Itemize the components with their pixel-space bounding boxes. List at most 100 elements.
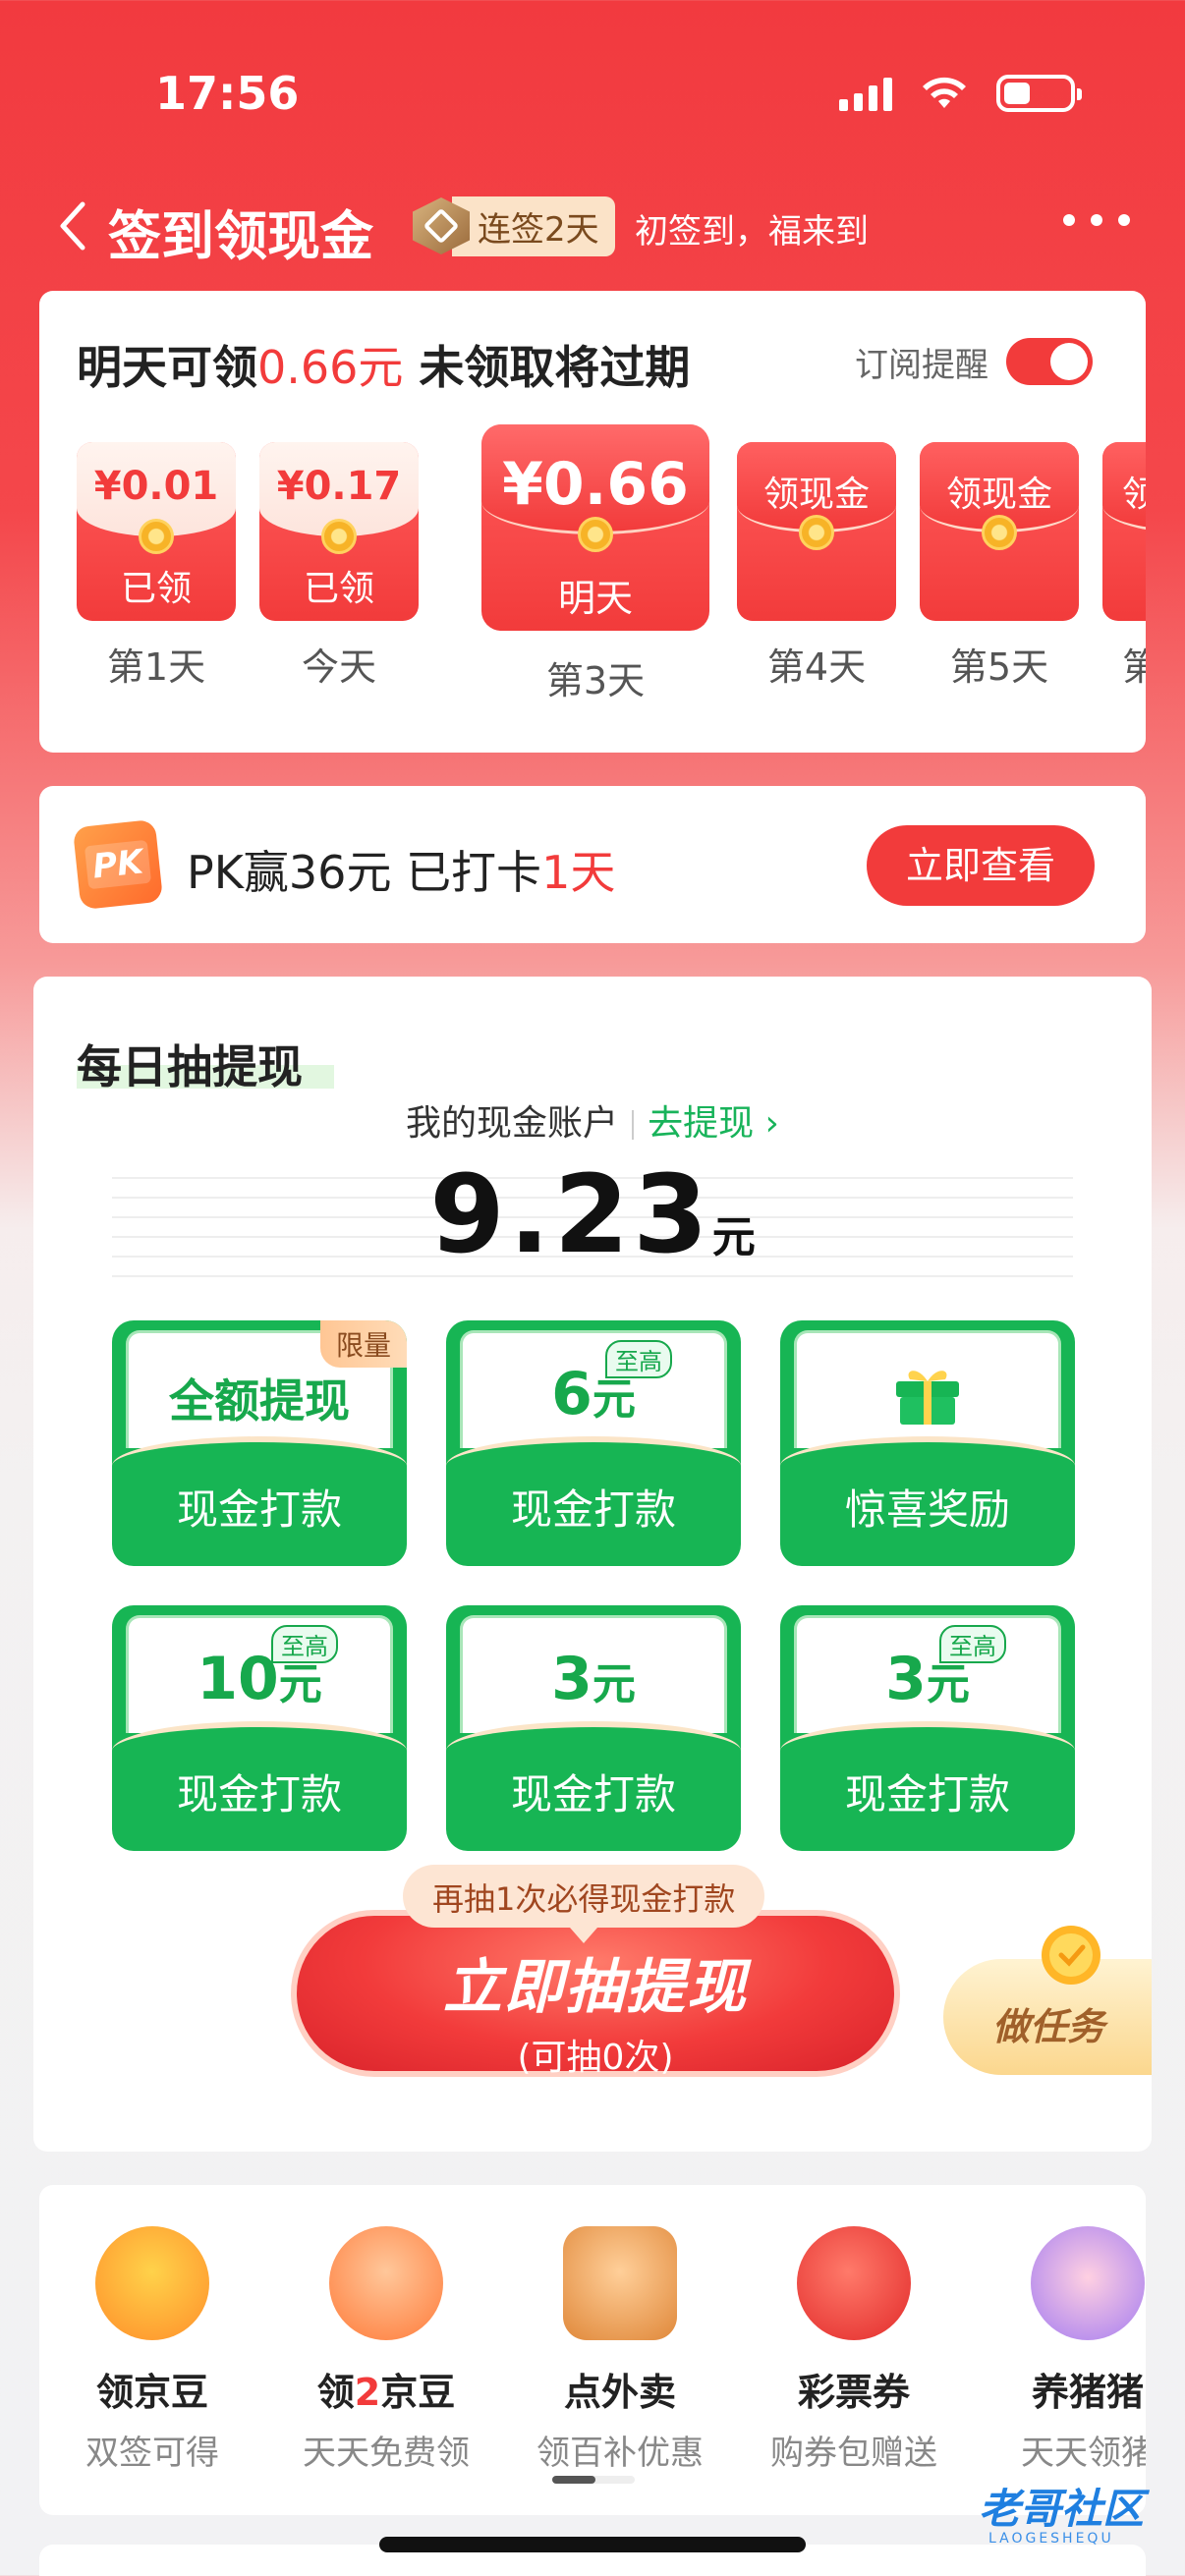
services-card: 领京豆 双签可得 领2京豆 天天免费领 点外卖 领百补优惠 彩票券 购券包赠送 … bbox=[39, 2185, 1146, 2515]
pk-card[interactable]: PK PK赢36元 已打卡1天 立即查看 bbox=[39, 786, 1146, 943]
signal-icon bbox=[839, 76, 892, 111]
gift-icon bbox=[896, 1371, 959, 1425]
service-desc: 天天免费领 bbox=[303, 2434, 470, 2473]
prize-card[interactable]: 全额提现 限量 现金打款 bbox=[112, 1320, 407, 1566]
daily-draw-card: 每日抽提现 我的现金账户 去提现 › 9.23元 全额提现 限量 现金打款 至高 … bbox=[33, 977, 1152, 2152]
horizontal-scroll-indicator bbox=[552, 2476, 635, 2484]
home-indicator[interactable] bbox=[379, 2537, 806, 2552]
prize-card[interactable]: 3元 现金打款 bbox=[446, 1605, 741, 1851]
day-list: ¥0.01 已领 第1天 ¥0.17 已领 今天 ¥0.66 明天 第3天 领现… bbox=[77, 424, 1146, 739]
signin-title: 明天可领0.66元 未领取将过期 bbox=[77, 332, 690, 397]
signin-card: 明天可领0.66元 未领取将过期 订阅提醒 ¥0.01 已领 第1天 ¥0.17… bbox=[39, 291, 1146, 753]
service-name: 领2京豆 bbox=[316, 2371, 456, 2414]
service-name: 彩票券 bbox=[797, 2371, 910, 2414]
service-item[interactable]: 点外卖 领百补优惠 bbox=[507, 2226, 733, 2474]
coin-icon bbox=[982, 515, 1017, 550]
day-item-highlight[interactable]: ¥0.66 明天 第3天 bbox=[481, 424, 709, 704]
day-item[interactable]: 领现金 第5天 bbox=[920, 424, 1079, 691]
prize-label: 现金打款 bbox=[176, 1770, 342, 1819]
day-item[interactable]: ¥0.01 已领 第1天 bbox=[77, 424, 236, 691]
remind-toggle[interactable] bbox=[1006, 338, 1093, 385]
back-icon[interactable] bbox=[51, 196, 98, 255]
prize-card[interactable]: 惊喜奖励 bbox=[780, 1320, 1075, 1566]
prize-amount: 3元 bbox=[551, 1645, 636, 1713]
prize-label: 现金打款 bbox=[176, 1485, 342, 1534]
day-item[interactable]: 领 第 bbox=[1102, 424, 1146, 691]
watermark-logo: 老哥社区 LAOGESHEQU bbox=[918, 2468, 1173, 2566]
pk-text-days: 1天 bbox=[541, 846, 616, 899]
duck-icon bbox=[95, 2226, 209, 2340]
day-amount: ¥0.66 bbox=[502, 450, 689, 519]
header: 签到领现金 连签2天 初签到，福来到 bbox=[0, 187, 1185, 267]
tip-bubble: 再抽1次必得现金打款 bbox=[403, 1865, 765, 1943]
prize-label: 现金打款 bbox=[844, 1770, 1010, 1819]
do-task-label: 做任务 bbox=[992, 2005, 1105, 2048]
coin-icon bbox=[1042, 1926, 1100, 1985]
view-now-button[interactable]: 立即查看 bbox=[867, 825, 1095, 906]
prize-label: 现金打款 bbox=[510, 1485, 676, 1534]
pk-text: PK赢36元 已打卡1天 bbox=[187, 837, 615, 902]
day-label: 第5天 bbox=[949, 645, 1049, 689]
day-amount: ¥0.01 bbox=[93, 464, 219, 509]
streak-badge[interactable]: 连签2天 bbox=[413, 196, 615, 256]
red-envelope: ¥0.17 已领 bbox=[259, 442, 419, 621]
prize-label: 现金打款 bbox=[510, 1770, 676, 1819]
do-task-button[interactable]: 做任务 bbox=[943, 1926, 1152, 2075]
day-label: 第3天 bbox=[545, 659, 646, 702]
chevron-right-icon: › bbox=[764, 1103, 779, 1144]
prize-card[interactable]: 至高 10元 现金打款 bbox=[112, 1605, 407, 1851]
red-envelope: ¥0.01 已领 bbox=[77, 442, 236, 621]
pig-icon bbox=[1031, 2226, 1145, 2340]
account-label: 我的现金账户 bbox=[406, 1103, 619, 1144]
service-item[interactable]: 领京豆 双签可得 bbox=[39, 2226, 265, 2474]
signin-title-suffix: 未领取将过期 bbox=[403, 341, 691, 394]
draw-button-label: 立即抽提现 bbox=[443, 1953, 748, 2022]
takeout-bag-icon bbox=[563, 2226, 677, 2340]
day-label: 第1天 bbox=[106, 645, 206, 689]
balance-amount: 9.23 bbox=[429, 1151, 712, 1277]
red-envelope: 领现金 bbox=[920, 442, 1079, 621]
service-name: 领京豆 bbox=[95, 2371, 208, 2414]
day-item[interactable]: 领现金 第4天 bbox=[737, 424, 896, 691]
day-item[interactable]: ¥0.17 已领 今天 bbox=[259, 424, 419, 691]
pk-text-prefix: PK赢36元 已打卡 bbox=[187, 846, 542, 899]
coin-icon bbox=[321, 519, 357, 554]
balance: 9.23元 bbox=[33, 1151, 1152, 1277]
prize-card[interactable]: 至高 3元 现金打款 bbox=[780, 1605, 1075, 1851]
more-icon[interactable] bbox=[1063, 214, 1130, 226]
prize-amount: 全额提现 bbox=[169, 1374, 350, 1428]
service-desc: 购券包赠送 bbox=[770, 2434, 937, 2473]
prize-card[interactable]: 至高 6元 现金打款 bbox=[446, 1320, 741, 1566]
day-amount: ¥0.17 bbox=[276, 464, 402, 509]
watermark-sub: LAOGESHEQU bbox=[988, 2531, 1114, 2547]
day-label: 第4天 bbox=[766, 645, 867, 689]
service-item[interactable]: 彩票券 购券包赠送 bbox=[741, 2226, 967, 2474]
day-state: 明天 bbox=[557, 577, 633, 620]
account-row: 我的现金账户 去提现 › bbox=[33, 1094, 1152, 1146]
draw-title: 每日抽提现 bbox=[77, 1040, 303, 1093]
service-item[interactable]: 养猪猪 天天领猪 bbox=[975, 2226, 1146, 2474]
lottery-ball-icon bbox=[797, 2226, 911, 2340]
draw-button-count: (可抽0次) bbox=[517, 2038, 674, 2078]
service-item[interactable]: 领2京豆 天天免费领 bbox=[273, 2226, 499, 2474]
pk-icon-text: PK bbox=[85, 839, 151, 890]
limited-tag: 限量 bbox=[319, 1320, 407, 1368]
streak-text: 连签2天 bbox=[452, 196, 615, 256]
signin-title-amount: 0.66元 bbox=[257, 341, 404, 394]
service-name: 养猪猪 bbox=[1031, 2371, 1144, 2414]
watermark-text: 老哥社区 bbox=[979, 2485, 1145, 2533]
day-state: 已领 bbox=[120, 569, 192, 609]
prize-amount: 10元 bbox=[197, 1645, 322, 1713]
day-amount: 领现金 bbox=[762, 475, 870, 515]
battery-icon bbox=[996, 75, 1082, 112]
red-envelope: ¥0.66 明天 bbox=[481, 424, 709, 631]
withdraw-link[interactable]: 去提现 › bbox=[648, 1103, 779, 1144]
service-desc: 双签可得 bbox=[85, 2434, 219, 2473]
prize-amount: 6元 bbox=[551, 1360, 636, 1428]
service-desc: 领百补优惠 bbox=[536, 2434, 704, 2473]
pk-calendar-icon: PK bbox=[72, 818, 164, 911]
service-name: 点外卖 bbox=[563, 2371, 676, 2414]
bean-icon bbox=[329, 2226, 443, 2340]
coin-icon bbox=[139, 519, 174, 554]
day-state: 已领 bbox=[303, 569, 374, 609]
